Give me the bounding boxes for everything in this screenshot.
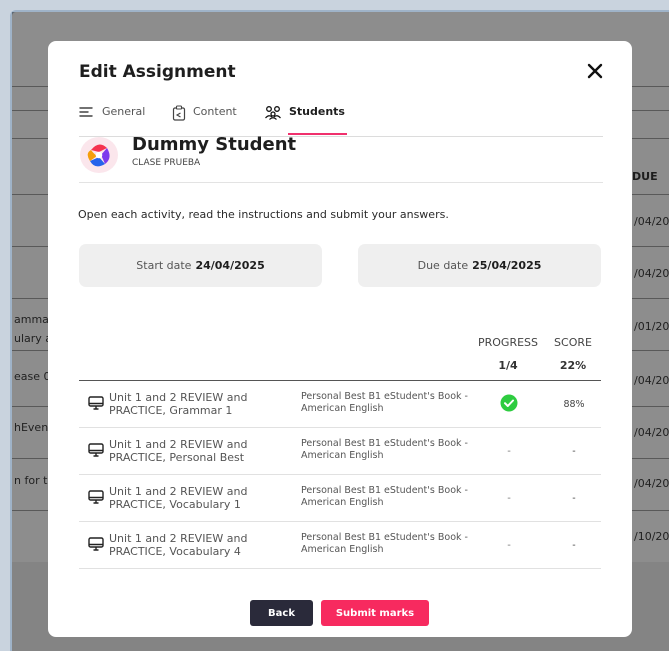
student-header: Dummy Student CLASE PRUEBA [79, 134, 603, 182]
modal-title: Edit Assignment [79, 62, 236, 82]
student-divider [79, 182, 603, 183]
activity-row[interactable]: Unit 1 and 2 REVIEW and PRACTICE, Gramma… [79, 381, 601, 428]
progress-header: PROGRESS [477, 336, 539, 349]
tab-content[interactable]: Content [172, 105, 237, 135]
back-button[interactable]: Back [250, 600, 313, 626]
score-cell: - [572, 446, 576, 457]
progress-cell [479, 381, 539, 428]
due-date-value: 25/04/2025 [472, 259, 542, 272]
monitor-icon [88, 395, 104, 411]
active-tab-indicator [288, 133, 347, 135]
activity-name: Unit 1 and 2 REVIEW and PRACTICE, Person… [109, 438, 248, 464]
tab-students[interactable]: Students [264, 105, 347, 135]
activity-book: Personal Best B1 eStudent's Book - Ameri… [301, 391, 468, 414]
check-circle-icon [500, 394, 518, 415]
progress-cell: - [507, 446, 511, 457]
activity-book: Personal Best B1 eStudent's Book - Ameri… [301, 438, 468, 461]
student-avatar [79, 136, 119, 174]
tab-bar: General Content Students [79, 105, 603, 135]
monitor-icon [88, 536, 104, 552]
activity-name: Unit 1 and 2 REVIEW and PRACTICE, Gramma… [109, 391, 248, 417]
monitor-icon [88, 489, 104, 505]
score-total: 22% [559, 359, 587, 372]
progress-cell: - [507, 493, 511, 504]
edit-assignment-modal: Edit Assignment General Content Students… [48, 41, 632, 637]
lines-icon [79, 105, 95, 122]
users-icon [264, 105, 282, 123]
monitor-icon [88, 442, 104, 458]
tab-label: Content [193, 105, 237, 118]
score-cell: - [572, 493, 576, 504]
start-date-box: Start date 24/04/2025 [79, 244, 322, 287]
tab-label: Students [289, 105, 345, 118]
activity-book: Personal Best B1 eStudent's Book - Ameri… [301, 532, 468, 555]
start-date-label: Start date [136, 259, 192, 272]
student-name: Dummy Student [132, 134, 297, 155]
tab-label: General [102, 105, 146, 118]
tab-general[interactable]: General [79, 105, 145, 135]
score-header: SCORE [554, 336, 592, 349]
submit-marks-button[interactable]: Submit marks [321, 600, 429, 626]
close-icon[interactable] [584, 60, 606, 82]
progress-total: 1/4 [498, 359, 518, 372]
progress-cell: - [507, 540, 511, 551]
start-date-value: 24/04/2025 [195, 259, 265, 272]
clipboard-icon [172, 105, 186, 124]
activity-row[interactable]: Unit 1 and 2 REVIEW and PRACTICE, Vocabu… [79, 475, 601, 522]
due-date-label: Due date [417, 259, 469, 272]
activity-row[interactable]: Unit 1 and 2 REVIEW and PRACTICE, Person… [79, 428, 601, 475]
score-cell: - [572, 540, 576, 551]
student-class: CLASE PRUEBA [132, 158, 201, 168]
activity-name: Unit 1 and 2 REVIEW and PRACTICE, Vocabu… [109, 532, 248, 558]
activity-row[interactable]: Unit 1 and 2 REVIEW and PRACTICE, Vocabu… [79, 522, 601, 569]
score-cell: 88% [563, 399, 585, 410]
activity-name: Unit 1 and 2 REVIEW and PRACTICE, Vocabu… [109, 485, 248, 511]
activity-book: Personal Best B1 eStudent's Book - Ameri… [301, 485, 468, 508]
assignment-instructions: Open each activity, read the instruction… [78, 208, 449, 221]
due-date-box: Due date 25/04/2025 [358, 244, 601, 287]
